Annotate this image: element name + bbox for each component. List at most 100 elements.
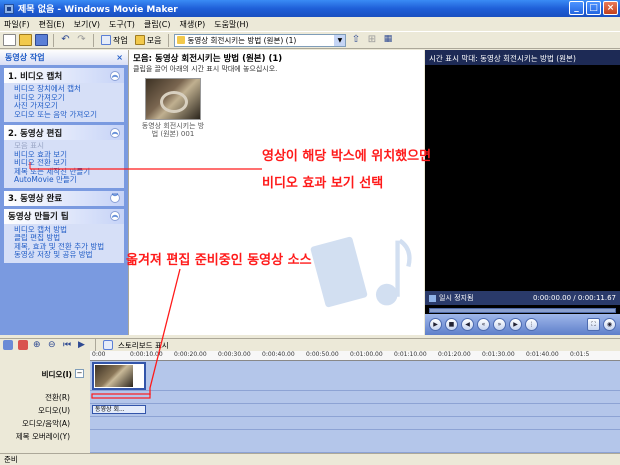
section-capture: 1. 비디오 캡처 ︽ 비디오 장치에서 캡처 비디오 가져오기 사진 가져오기… [4,68,124,122]
collapse-icon[interactable]: ︽ [110,211,120,221]
menu-edit[interactable]: 편집(E) [39,19,65,30]
track-label-video[interactable]: 비디오(I) [42,369,72,380]
clip-thumbnail [145,78,201,120]
fullscreen-icon[interactable]: ⛶ [587,318,600,331]
track-label-audio-music: 오디오/음악(A) [21,419,70,428]
close-button[interactable]: × [603,1,618,15]
annotation-text-2: 비디오 효과 보기 선택 [262,176,384,191]
link-automovie[interactable]: AutoMovie 만들기 [14,175,121,185]
timeline-track-labels: 비디오(I) − 전환(R) 오디오(U) 오디오/음악(A) 제목 오버레이(… [0,361,90,453]
clip-label: 동영상 회전시키는 방법 (원본) 001 [141,122,205,138]
zoom-out-icon[interactable]: ⊖ [48,340,58,350]
previous-frame-icon[interactable]: ◀ [461,318,474,331]
tasks-button[interactable]: 작업 [99,35,130,46]
expand-icon[interactable]: ︾ [110,193,120,203]
play-timeline-icon[interactable]: ▶ [78,340,88,350]
timeline-ruler[interactable]: 0:00 0:00:10.00 0:00:20.00 0:00:30.00 0:… [90,351,620,361]
section-tips-header[interactable]: 동영상 만들기 팁 ︽ [4,208,124,224]
ruler-tick: 0:00:30.00 [218,351,251,358]
redo-icon[interactable]: ↷ [75,34,88,46]
section-tips: 동영상 만들기 팁 ︽ 비디오 캡처 방법 클립 편집 방법 제목, 효과 및 … [4,208,124,263]
collections-label: 모음 [146,35,162,45]
link-import-audio[interactable]: 오디오 또는 음악 가져오기 [14,110,121,120]
maximize-button[interactable]: □ [586,1,601,15]
collapse-icon[interactable]: ︽ [110,127,120,138]
tasks-label: 작업 [113,35,128,45]
rewind-icon[interactable]: « [477,318,490,331]
track-label-title-overlay: 제목 오버레이(Y) [15,432,70,441]
menu-clip[interactable]: 클립(C) [144,19,171,30]
undo-icon[interactable]: ↶ [59,34,72,46]
tasks-icon [101,35,111,45]
snapshot-icon[interactable]: ◉ [603,318,616,331]
next-frame-icon[interactable]: ▶ [509,318,522,331]
forward-icon[interactable]: » [493,318,506,331]
collection-pane: 모음: 동영상 회전시키는 방법 (원본) (1) 클립을 끌어 아래의 시간 … [128,50,424,335]
timeline-audio-clip[interactable]: 동영상 회... [92,405,146,414]
section-finish-header[interactable]: 3. 동영상 완료 ︾ [4,190,124,206]
annotation-text-3: 옮겨져 편집 준비중인 동영상 소스 [126,253,312,268]
collections-button[interactable]: 모음 [133,35,164,46]
collection-select[interactable]: 동영상 회전시키는 방법 (원본) (1) ▼ [174,33,347,47]
title-overlay-track[interactable] [90,430,620,453]
transition-track[interactable] [90,391,620,404]
section-finish: 3. 동영상 완료 ︾ [4,190,124,206]
new-file-icon[interactable] [3,34,16,46]
track-label-transition: 전환(R) [45,393,70,402]
section-edit-header[interactable]: 2. 동영상 편집 ︽ [4,125,124,140]
video-track[interactable] [90,361,620,391]
preview-time: 0:00:00.00 / 0:00:11.67 [532,294,616,302]
task-pane-close-icon[interactable]: × [116,53,123,62]
menu-help[interactable]: 도움말(H) [214,19,248,30]
open-folder-icon[interactable] [19,34,32,46]
play-icon[interactable]: ▶ [429,318,442,331]
movie-maker-icon [4,3,14,14]
toolbar-separator [95,338,96,352]
rewind-timeline-icon[interactable]: ⏮ [63,340,73,350]
menu-view[interactable]: 보기(V) [74,19,100,30]
section-title: 2. 동영상 편집 [8,128,63,139]
timeline-toolbar: ⊕ ⊖ ⏮ ▶ 스토리보드 표시 [0,338,620,352]
save-icon[interactable] [35,34,48,46]
up-folder-icon[interactable]: ⇧ [349,34,362,46]
menu-play[interactable]: 재생(P) [179,19,205,30]
preview-status-bar: 일시 정지됨 0:00:00.00 / 0:00:11.67 [425,291,620,305]
audio-music-track[interactable] [90,417,620,430]
show-storyboard-button[interactable]: 스토리보드 표시 [118,340,169,351]
collections-icon [134,35,145,45]
minimize-button[interactable]: _ [569,1,584,15]
preview-seek-bar[interactable] [429,308,616,313]
chevron-down-icon[interactable]: ▼ [334,34,346,46]
film-music-watermark-icon [310,236,412,308]
menu-tools[interactable]: 도구(T) [109,19,135,30]
link-tip-save[interactable]: 동영상 저장 및 공유 방법 [14,250,121,260]
ruler-tick: 0:00:40.00 [262,351,295,358]
section-title: 1. 비디오 캡처 [8,71,63,82]
window-title: 제목 없음 - Windows Movie Maker [18,5,178,15]
view-options-icon[interactable]: ▦ [381,34,394,46]
expand-track-icon[interactable]: − [75,369,84,378]
task-pane-title: 동영상 작업 [5,53,45,62]
section-capture-header[interactable]: 1. 비디오 캡처 ︽ [4,68,124,83]
set-audio-levels-icon[interactable] [3,340,13,350]
collapse-icon[interactable]: ︽ [110,70,120,81]
toolbar-separator [93,33,94,47]
collection-clip[interactable]: 동영상 회전시키는 방법 (원본) 001 [139,78,207,148]
new-folder-icon[interactable]: ⊞ [365,34,378,46]
stop-icon[interactable]: ■ [445,318,458,331]
collection-instructions: 클립을 끌어 아래의 시간 표시 막대에 놓으십시오. [133,65,278,73]
narrate-timeline-icon[interactable] [18,340,28,350]
ruler-tick: 0:00 [92,351,106,358]
timeline-clip-thumbnail [95,365,133,387]
split-icon[interactable]: ⋮ [525,318,538,331]
timeline-video-clip[interactable] [92,362,146,390]
ruler-tick: 0:00:20.00 [174,351,207,358]
toolbar-separator [168,33,170,47]
zoom-in-icon[interactable]: ⊕ [33,340,43,350]
audio-track[interactable] [90,404,620,417]
collection-title: 모음: 동영상 회전시키는 방법 (원본) (1) [133,54,283,64]
section-title: 동영상 만들기 팁 [8,212,69,222]
main-toolbar: ↶ ↷ 작업 모음 동영상 회전시키는 방법 (원본) (1) ▼ ⇧ ⊞ ▦ [0,31,620,49]
section-edit: 2. 동영상 편집 ︽ 모음 표시 비디오 효과 보기 비디오 전환 보기 제목… [4,125,124,188]
menu-file[interactable]: 파일(F) [4,19,30,30]
